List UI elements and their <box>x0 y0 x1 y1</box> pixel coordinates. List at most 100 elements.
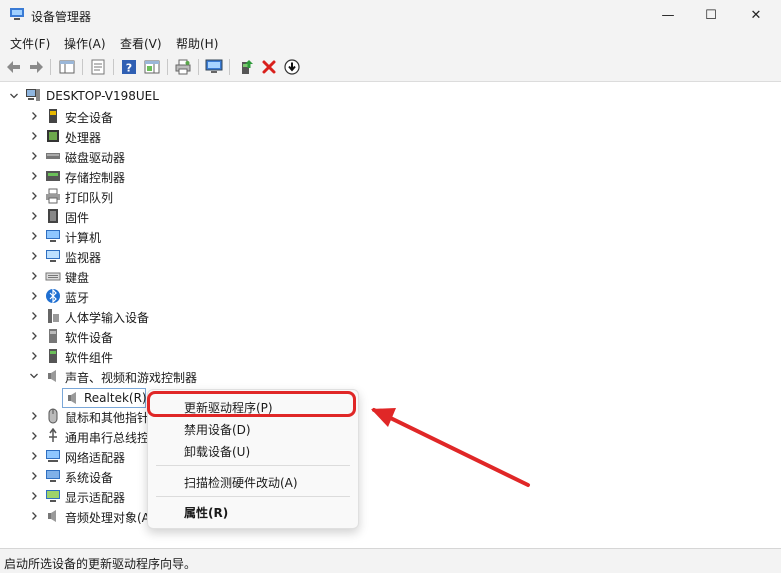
scan-hardware-button[interactable] <box>205 58 223 76</box>
menu-view[interactable]: 查看(V) <box>120 35 162 52</box>
disable-device-menu-item[interactable]: 禁用设备(D) <box>184 421 251 438</box>
properties-icon <box>91 59 105 75</box>
update-driver-icon <box>242 60 253 74</box>
tree-category-label[interactable]: 人体学输入设备 <box>65 309 149 326</box>
tree-category-label[interactable]: 通用串行总线控 <box>65 429 149 446</box>
uninstall-device-menu-item[interactable]: 卸载设备(U) <box>184 443 250 460</box>
chevron-right-icon[interactable] <box>29 231 39 241</box>
back-arrow-icon <box>7 61 20 73</box>
mouse-icon <box>48 408 58 424</box>
chevron-down-icon[interactable] <box>9 91 19 101</box>
chevron-right-icon[interactable] <box>29 251 39 261</box>
tree-category-label[interactable]: 计算机 <box>65 229 101 246</box>
speaker-icon <box>48 370 56 382</box>
system-device-icon <box>46 470 60 482</box>
forward-arrow-icon <box>30 61 43 73</box>
title-bar: 设备管理器 — ☐ ✕ <box>0 0 781 31</box>
bluetooth-icon <box>46 288 60 304</box>
status-bar: 启动所选设备的更新驱动程序向导。 <box>0 548 781 573</box>
help-icon: ? <box>122 60 136 75</box>
printer-icon <box>175 59 191 75</box>
display-adapter-icon <box>46 490 60 502</box>
action-pane-icon <box>144 60 160 74</box>
computer-icon <box>26 89 40 101</box>
menu-separator <box>156 465 350 466</box>
hid-icon <box>48 309 59 323</box>
chevron-right-icon[interactable] <box>29 131 39 141</box>
chevron-right-icon[interactable] <box>29 511 39 521</box>
chevron-right-icon[interactable] <box>29 291 39 301</box>
forward-button[interactable] <box>27 58 45 76</box>
show-hide-tree-button[interactable] <box>58 58 76 76</box>
minimize-button[interactable]: — <box>645 0 691 31</box>
tree-category-label[interactable]: 网络适配器 <box>65 449 125 466</box>
computer-icon <box>46 230 60 242</box>
update-driver-toolbar-button[interactable] <box>237 58 255 76</box>
svg-text:?: ? <box>126 62 132 75</box>
chevron-right-icon[interactable] <box>29 491 39 501</box>
tree-category-label[interactable]: 处理器 <box>65 129 101 146</box>
chevron-right-icon[interactable] <box>29 451 39 461</box>
chevron-right-icon[interactable] <box>29 271 39 281</box>
tree-category-label[interactable]: 监视器 <box>65 249 101 266</box>
menu-help[interactable]: 帮助(H) <box>176 35 218 52</box>
firmware-icon <box>48 209 58 223</box>
uninstall-toolbar-button[interactable] <box>260 58 278 76</box>
menu-action[interactable]: 操作(A) <box>64 35 106 52</box>
tree-category-label[interactable]: 软件组件 <box>65 349 113 366</box>
chevron-right-icon[interactable] <box>29 411 39 421</box>
chevron-down-icon[interactable] <box>29 371 39 381</box>
tree-category-label[interactable]: 键盘 <box>65 269 89 286</box>
print-button[interactable] <box>174 58 192 76</box>
console-tree-icon <box>59 60 75 74</box>
down-arrow-circle-icon <box>284 59 300 75</box>
storage-controller-icon <box>46 171 60 181</box>
tree-root-label[interactable]: DESKTOP-V198UEL <box>46 89 159 103</box>
printer-icon <box>46 188 60 204</box>
realtek-device-label[interactable]: Realtek(R) <box>84 391 147 405</box>
scan-hardware-menu-item[interactable]: 扫描检测硬件改动(A) <box>184 474 298 491</box>
tree-category-label[interactable]: 鼠标和其他指针 <box>65 409 149 426</box>
tree-category-label[interactable]: 蓝牙 <box>65 289 89 306</box>
help-toolbar-button[interactable]: ? <box>120 58 138 76</box>
chevron-right-icon[interactable] <box>29 171 39 181</box>
tree-category-label[interactable]: 打印队列 <box>65 189 113 206</box>
chevron-right-icon[interactable] <box>29 351 39 361</box>
tree-category-label[interactable]: 固件 <box>65 209 89 226</box>
chevron-right-icon[interactable] <box>29 111 39 121</box>
monitor-icon <box>46 250 60 262</box>
chevron-right-icon[interactable] <box>29 151 39 161</box>
window-title: 设备管理器 <box>31 10 92 24</box>
tree-category-label[interactable]: 显示适配器 <box>65 489 125 506</box>
maximize-button[interactable]: ☐ <box>688 0 734 31</box>
speaker-icon <box>48 510 56 522</box>
tree-category-label[interactable]: 存储控制器 <box>65 169 125 186</box>
network-adapter-icon <box>46 450 60 462</box>
tree-category-label[interactable]: 磁盘驱动器 <box>65 149 125 166</box>
tree-category-label[interactable]: 音频处理对象(A <box>65 509 150 526</box>
properties-toolbar-button[interactable] <box>89 58 107 76</box>
chevron-right-icon[interactable] <box>29 471 39 481</box>
chevron-right-icon[interactable] <box>29 311 39 321</box>
menu-file[interactable]: 文件(F) <box>10 35 50 52</box>
menu-bar: 文件(F) 操作(A) 查看(V) 帮助(H) <box>0 31 781 53</box>
menu-separator <box>156 496 350 497</box>
disk-drive-icon <box>46 153 60 159</box>
back-button[interactable] <box>5 58 23 76</box>
device-manager-icon <box>10 8 24 20</box>
close-button[interactable]: ✕ <box>733 0 779 31</box>
chevron-right-icon[interactable] <box>29 431 39 441</box>
disable-toolbar-button[interactable] <box>283 58 301 76</box>
chevron-right-icon[interactable] <box>29 331 39 341</box>
red-x-icon <box>262 60 276 74</box>
tree-category-label[interactable]: 声音、视频和游戏控制器 <box>65 369 197 386</box>
tree-category-label[interactable]: 安全设备 <box>65 109 113 126</box>
software-component-icon <box>49 349 57 363</box>
action-pane-button[interactable] <box>143 58 161 76</box>
properties-menu-item[interactable]: 属性(R) <box>184 504 228 521</box>
security-chip-icon <box>49 109 57 123</box>
tree-category-label[interactable]: 系统设备 <box>65 469 113 486</box>
chevron-right-icon[interactable] <box>29 191 39 201</box>
tree-category-label[interactable]: 软件设备 <box>65 329 113 346</box>
chevron-right-icon[interactable] <box>29 211 39 221</box>
